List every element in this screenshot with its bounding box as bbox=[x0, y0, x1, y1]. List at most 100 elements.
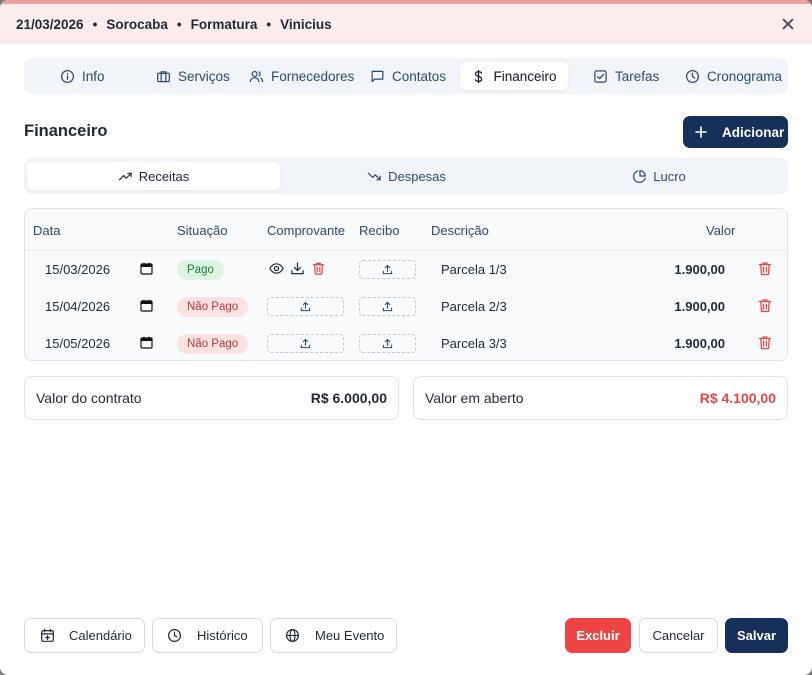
tab-label: Cronograma bbox=[707, 68, 783, 84]
upload-icon bbox=[300, 338, 311, 349]
calendar-icon[interactable] bbox=[140, 262, 153, 275]
date-input[interactable]: 15/05/2026 bbox=[45, 331, 155, 355]
calendar-icon[interactable] bbox=[140, 336, 153, 349]
column-header-comprovante: Comprovante bbox=[267, 223, 346, 238]
column-header-recibo: Recibo bbox=[359, 223, 400, 238]
status-badge[interactable]: Pago bbox=[177, 260, 224, 280]
save-button[interactable]: Salvar bbox=[725, 618, 788, 653]
message-icon bbox=[371, 70, 384, 82]
column-header-situacao: Situação bbox=[177, 223, 228, 238]
subtab-label: Despesas bbox=[388, 168, 446, 184]
subtab-lucro[interactable]: Lucro bbox=[533, 162, 785, 190]
separator-dot: • bbox=[92, 16, 98, 32]
receipt-actions bbox=[269, 261, 326, 276]
close-icon[interactable] bbox=[780, 16, 796, 32]
tab-tarefas[interactable]: Tarefas bbox=[593, 62, 659, 90]
row-value: 1.900,00 bbox=[674, 262, 725, 277]
date-value: 15/03/2026 bbox=[45, 261, 111, 277]
column-header-valor: Valor bbox=[706, 223, 736, 238]
comprovante-upload[interactable] bbox=[267, 334, 344, 353]
trash-icon[interactable] bbox=[758, 335, 772, 350]
add-button[interactable]: Adicionar bbox=[683, 116, 788, 148]
main-tabs: Info Serviços Fornecedores Contatos Fina… bbox=[24, 58, 788, 94]
checkbox-icon bbox=[594, 69, 607, 83]
recibo-upload[interactable] bbox=[359, 260, 416, 279]
separator-dot: • bbox=[266, 16, 272, 32]
receipts-table: Data Situação Comprovante Recibo Descriç… bbox=[24, 208, 788, 361]
event-date: 21/03/2026 bbox=[16, 16, 84, 32]
row-description: Parcela 2/3 bbox=[441, 299, 507, 314]
trash-icon[interactable] bbox=[758, 298, 772, 313]
tab-label: Financeiro bbox=[493, 68, 557, 84]
calendar-button[interactable]: Calendário bbox=[24, 618, 145, 653]
tab-financeiro[interactable]: Financeiro bbox=[460, 62, 568, 90]
download-icon[interactable] bbox=[290, 261, 305, 276]
table-row: 15/04/2026 Não Pago Parcela 2/3 1.900,00 bbox=[25, 288, 787, 325]
modal-header: 21/03/2026 • Sorocaba • Formatura • Vini… bbox=[0, 4, 812, 44]
subtab-receitas[interactable]: Receitas bbox=[27, 162, 280, 190]
my-event-button-label: Meu Evento bbox=[315, 628, 385, 643]
event-modal: 21/03/2026 • Sorocaba • Formatura • Vini… bbox=[0, 0, 812, 675]
table-row: 15/05/2026 Não Pago Parcela 3/3 1.900,00 bbox=[25, 325, 787, 362]
event-client: Vinicius bbox=[280, 16, 332, 32]
cancel-button[interactable]: Cancelar bbox=[639, 618, 718, 653]
table-row: 15/03/2026 Pago Parcela 1/3 1.900,00 bbox=[25, 251, 787, 288]
contract-value-card: Valor do contrato R$ 6.000,00 bbox=[24, 376, 399, 420]
event-type: Formatura bbox=[190, 16, 258, 32]
open-value-card: Valor em aberto R$ 4.100,00 bbox=[413, 376, 788, 420]
date-input[interactable]: 15/03/2026 bbox=[45, 257, 155, 281]
tab-contatos[interactable]: Contatos bbox=[370, 62, 446, 90]
row-description: Parcela 3/3 bbox=[441, 336, 507, 351]
tab-fornecedores[interactable]: Fornecedores bbox=[249, 62, 354, 90]
date-value: 15/05/2026 bbox=[45, 335, 111, 351]
add-button-label: Adicionar bbox=[722, 124, 785, 140]
date-input[interactable]: 15/04/2026 bbox=[45, 294, 155, 318]
event-city: Sorocaba bbox=[106, 16, 168, 32]
status-badge[interactable]: Não Pago bbox=[177, 297, 249, 317]
globe-icon bbox=[285, 628, 300, 643]
subtab-despesas[interactable]: Despesas bbox=[280, 162, 533, 190]
tab-servicos[interactable]: Serviços bbox=[156, 62, 230, 90]
trending-down-icon bbox=[367, 172, 381, 180]
row-value: 1.900,00 bbox=[674, 299, 725, 314]
info-icon bbox=[60, 69, 75, 83]
open-value-label: Valor em aberto bbox=[425, 390, 524, 406]
tab-cronograma[interactable]: Cronograma bbox=[685, 62, 782, 90]
date-value: 15/04/2026 bbox=[45, 298, 111, 314]
subtab-label: Receitas bbox=[138, 168, 190, 184]
clock-icon bbox=[167, 628, 182, 643]
upload-icon bbox=[382, 301, 393, 312]
tab-label: Info bbox=[82, 68, 105, 84]
calendar-icon[interactable] bbox=[140, 299, 153, 312]
tab-label: Serviços bbox=[178, 68, 230, 84]
delete-button[interactable]: Excluir bbox=[565, 618, 631, 653]
table-header: Data Situação Comprovante Recibo Descriç… bbox=[25, 209, 787, 251]
trending-up-icon bbox=[118, 172, 132, 180]
finance-subtabs: Receitas Despesas Lucro bbox=[24, 158, 788, 194]
history-button-label: Histórico bbox=[197, 628, 248, 643]
eye-icon[interactable] bbox=[269, 261, 284, 276]
comprovante-upload[interactable] bbox=[267, 297, 344, 316]
contract-value-label: Valor do contrato bbox=[36, 390, 142, 406]
calendar-plus-icon bbox=[41, 628, 54, 642]
separator-dot: • bbox=[176, 16, 182, 32]
delete-receipt-icon[interactable] bbox=[311, 261, 326, 276]
upload-icon bbox=[300, 301, 311, 312]
recibo-upload[interactable] bbox=[359, 334, 416, 353]
upload-icon bbox=[382, 264, 393, 275]
tab-label: Tarefas bbox=[615, 68, 660, 84]
status-badge[interactable]: Não Pago bbox=[177, 334, 249, 354]
recibo-upload[interactable] bbox=[359, 297, 416, 316]
tab-info[interactable]: Info bbox=[60, 62, 105, 90]
history-button[interactable]: Histórico bbox=[152, 618, 263, 653]
row-value: 1.900,00 bbox=[674, 336, 725, 351]
trash-icon[interactable] bbox=[758, 261, 772, 276]
my-event-button[interactable]: Meu Evento bbox=[270, 618, 397, 653]
column-header-data: Data bbox=[33, 223, 61, 238]
calendar-button-label: Calendário bbox=[69, 628, 132, 643]
briefcase-icon bbox=[157, 70, 170, 82]
plus-icon bbox=[695, 126, 707, 138]
tab-label: Fornecedores bbox=[271, 68, 355, 84]
section-title: Financeiro bbox=[24, 122, 108, 140]
clock-icon bbox=[685, 69, 700, 83]
